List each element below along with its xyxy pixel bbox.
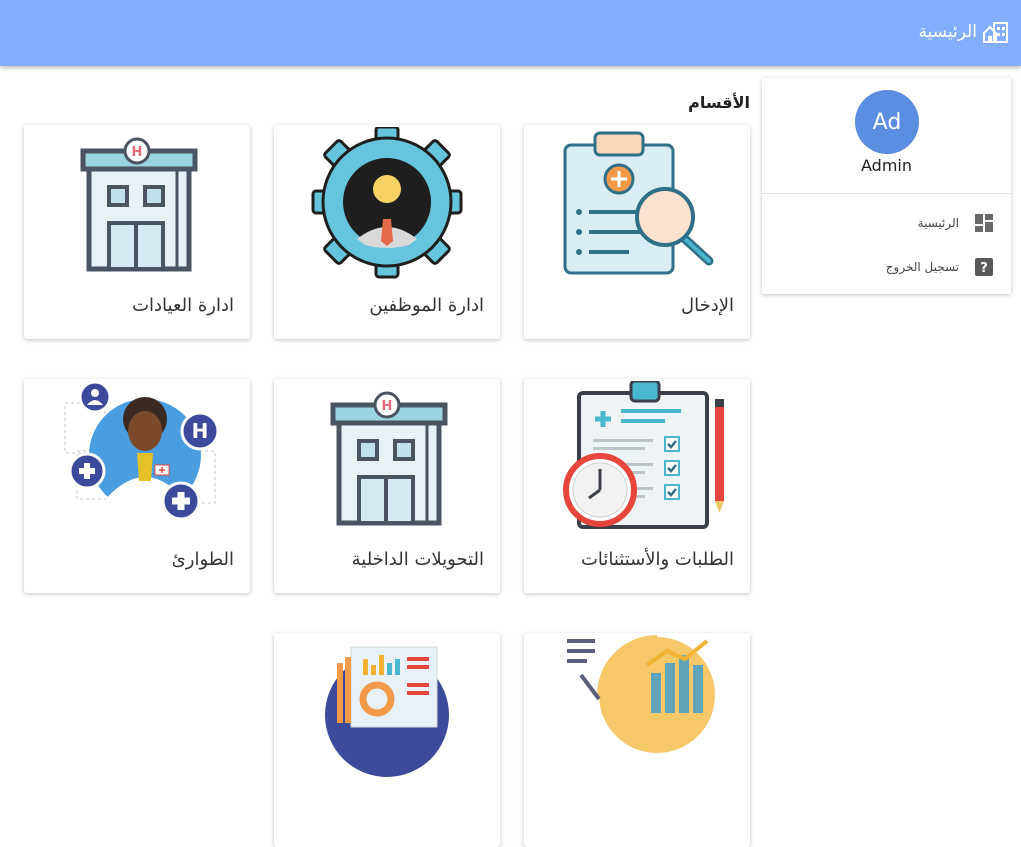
svg-text:?: ? bbox=[980, 261, 988, 276]
svg-text:H: H bbox=[132, 145, 143, 160]
dashboard-icon bbox=[975, 214, 993, 232]
avatar: Ad bbox=[855, 90, 919, 154]
card-label: التحويلات الداخلية bbox=[351, 549, 484, 570]
card-label: ادارة الموظفين bbox=[369, 295, 484, 316]
card-label: الإدخال bbox=[681, 295, 734, 316]
checklist-clock-icon bbox=[563, 381, 724, 529]
card-employee-management[interactable]: ادارة الموظفين bbox=[274, 125, 500, 339]
card-label: ادارة العيادات bbox=[132, 295, 234, 316]
help-icon: ? bbox=[975, 258, 993, 276]
card-analytics[interactable] bbox=[524, 633, 750, 847]
top-bar: الرئيسية bbox=[0, 0, 1021, 66]
employee-gear-icon bbox=[311, 127, 463, 279]
doctor-icon: H bbox=[64, 381, 220, 521]
sidebar-item-home[interactable]: الرئيسية bbox=[773, 210, 993, 236]
app-title: الرئيسية bbox=[918, 22, 977, 42]
sidebar-divider bbox=[762, 193, 1011, 194]
analytics-chart-icon bbox=[567, 635, 715, 753]
card-label: الطلبات والأستثنائات bbox=[580, 549, 734, 570]
report-dashboard-icon bbox=[325, 646, 449, 777]
section-title: الأقسام bbox=[688, 93, 750, 112]
card-requests-exceptions[interactable]: الطلبات والأستثنائات bbox=[524, 379, 750, 593]
hospital-building-icon: H bbox=[80, 137, 198, 272]
sidebar-item-label: الرئيسية bbox=[917, 216, 959, 230]
clipboard-search-icon bbox=[563, 131, 714, 275]
card-clinic-management[interactable]: H ادارة العيادات bbox=[24, 125, 250, 339]
username: Admin bbox=[861, 156, 912, 175]
svg-text:H: H bbox=[192, 419, 209, 443]
svg-text:H: H bbox=[382, 399, 393, 414]
card-internal-transfers[interactable]: H التحويلات الداخلية bbox=[274, 379, 500, 593]
home-link[interactable]: الرئيسية bbox=[918, 20, 1009, 44]
card-label: الطوارئ bbox=[171, 549, 234, 570]
user-sidebar: Ad Admin الرئيسية ? تسجيل الخروج bbox=[762, 78, 1011, 294]
card-emergency[interactable]: H الطوارئ bbox=[24, 379, 250, 593]
sidebar-item-logout[interactable]: ? تسجيل الخروج bbox=[773, 254, 993, 280]
home-building-icon bbox=[983, 22, 1008, 43]
sidebar-item-label: تسجيل الخروج bbox=[885, 260, 959, 274]
card-data-entry[interactable]: الإدخال bbox=[524, 125, 750, 339]
card-reports[interactable] bbox=[274, 633, 500, 847]
hospital-building-icon: H bbox=[330, 391, 448, 526]
